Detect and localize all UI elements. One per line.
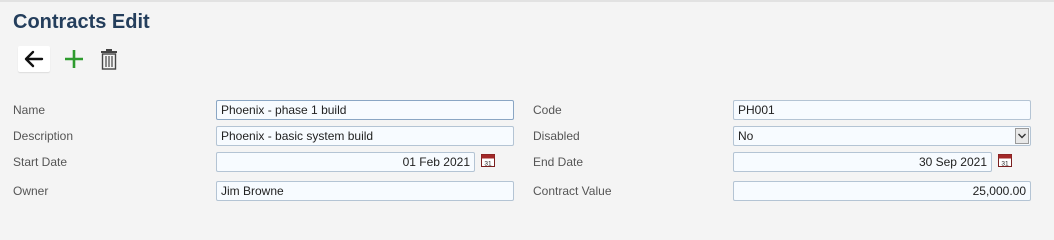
owner-field[interactable]: Jim Browne xyxy=(216,181,514,201)
start-date-label: Start Date xyxy=(13,155,68,169)
dropdown-arrow-icon[interactable] xyxy=(1015,128,1029,144)
page-title: Contracts Edit xyxy=(13,11,150,33)
name-label: Name xyxy=(13,103,46,117)
disabled-select-value: No xyxy=(738,129,754,143)
code-field[interactable]: PH001 xyxy=(733,100,1031,120)
delete-button[interactable] xyxy=(93,46,125,72)
trash-icon xyxy=(101,49,117,70)
description-field[interactable]: Phoenix - basic system build xyxy=(216,126,514,146)
owner-label: Owner xyxy=(13,184,49,198)
svg-text:31: 31 xyxy=(1001,160,1009,167)
svg-text:31: 31 xyxy=(484,160,492,167)
add-button[interactable] xyxy=(58,46,90,72)
end-date-field[interactable]: 30 Sep 2021 xyxy=(733,152,992,172)
arrow-left-icon xyxy=(24,50,44,68)
disabled-label: Disabled xyxy=(533,129,580,143)
end-date-label: End Date xyxy=(533,155,584,169)
contract-value-label: Contract Value xyxy=(533,184,612,198)
description-label: Description xyxy=(13,129,74,143)
code-label: Code xyxy=(533,103,562,117)
contract-value-field[interactable]: 25,000.00 xyxy=(733,181,1031,201)
top-border xyxy=(0,0,1054,2)
back-button[interactable] xyxy=(18,46,50,72)
name-field[interactable]: Phoenix - phase 1 build xyxy=(216,100,514,120)
calendar-icon[interactable]: 31 xyxy=(998,153,1012,167)
start-date-field[interactable]: 01 Feb 2021 xyxy=(216,152,475,172)
plus-icon xyxy=(65,50,83,68)
calendar-icon[interactable]: 31 xyxy=(481,153,495,167)
disabled-select[interactable]: No xyxy=(733,126,1031,146)
